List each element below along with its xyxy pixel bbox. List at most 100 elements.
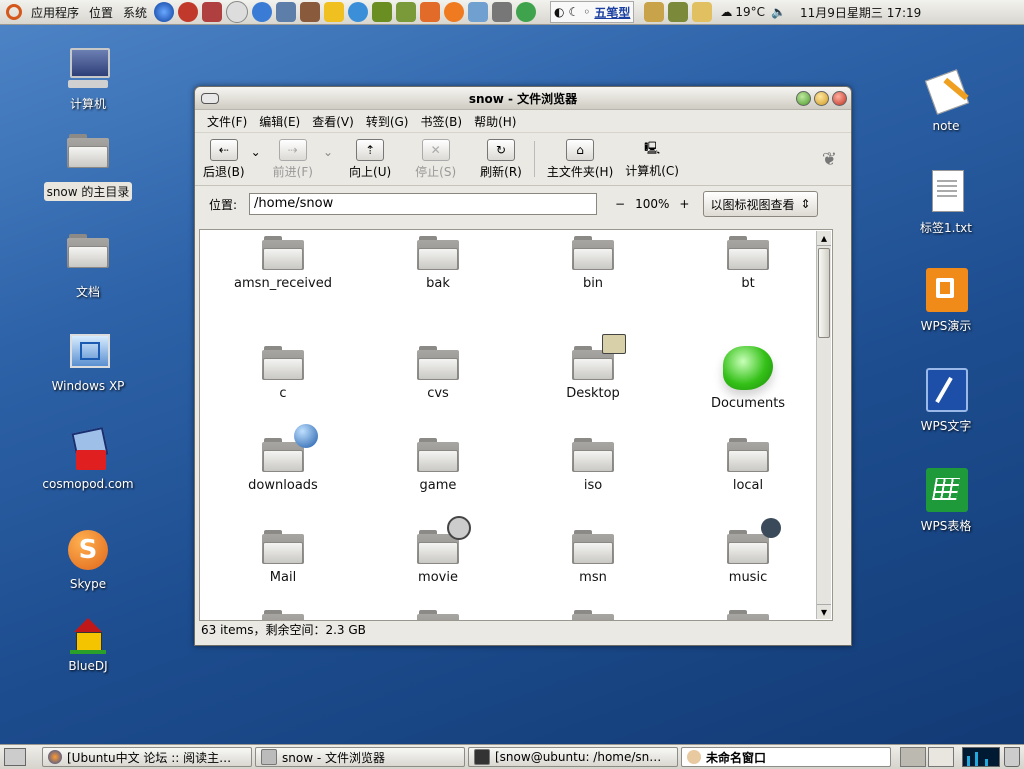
s-launcher-icon[interactable]: [420, 2, 441, 22]
close-button[interactable]: [832, 91, 847, 106]
places-menu[interactable]: 位置: [84, 4, 118, 21]
desktop-icon-windows-xp[interactable]: Windows XP: [38, 330, 138, 394]
file-item-partial[interactable]: [208, 610, 358, 620]
menu-go[interactable]: 转到(G): [360, 113, 415, 130]
desktop-icon-note[interactable]: note: [896, 69, 996, 134]
file-item[interactable]: amsn_received: [208, 236, 358, 291]
screen-launcher-icon[interactable]: [468, 2, 489, 22]
clock[interactable]: 11月9日星期三 17:19: [800, 4, 921, 21]
file-item-partial[interactable]: [363, 610, 513, 620]
input-method-tray[interactable]: ◐ ☾ ◦ 五笔型: [550, 1, 635, 23]
weather-icon[interactable]: ☁: [720, 5, 732, 19]
desktop-icon-skype[interactable]: S Skype: [38, 528, 138, 592]
weather-temp[interactable]: 19°C: [735, 5, 765, 19]
file-item[interactable]: bin: [518, 236, 668, 291]
file-item[interactable]: bak: [363, 236, 513, 291]
tools-launcher-icon[interactable]: [202, 2, 223, 22]
file-item[interactable]: msn: [518, 530, 668, 585]
up-button[interactable]: ⇡ 向上(U): [349, 138, 391, 180]
email-launcher-icon[interactable]: [178, 2, 199, 22]
qq-launcher-icon[interactable]: [348, 2, 369, 22]
file-item-partial[interactable]: [518, 610, 668, 620]
home-button[interactable]: ⌂ 主文件夹(H): [547, 138, 613, 180]
file-item[interactable]: bt: [673, 236, 823, 291]
package-launcher-icon[interactable]: [300, 2, 321, 22]
file-item[interactable]: music: [673, 518, 823, 585]
desktop-icon-home[interactable]: snow 的主目录: [38, 130, 138, 201]
penguin-launcher-icon[interactable]: [324, 2, 345, 22]
taskbar-item-terminal[interactable]: [snow@ubuntu: /home/sn…: [468, 747, 678, 767]
window-menu-button[interactable]: [201, 93, 219, 104]
menu-bookmarks[interactable]: 书签(B): [414, 113, 468, 130]
system-monitor-icon[interactable]: [962, 747, 1000, 767]
skype-launcher-icon[interactable]: [444, 2, 465, 22]
vertical-scrollbar[interactable]: ▴ ▾: [816, 231, 831, 619]
desktop-icon-wps-spreadsheet[interactable]: WPS表格: [896, 468, 996, 535]
workspace-1[interactable]: [900, 747, 926, 767]
chat-launcher-icon[interactable]: [252, 2, 273, 22]
back-button[interactable]: ⇠ 后退(B): [203, 138, 245, 180]
menu-help[interactable]: 帮助(H): [468, 113, 522, 130]
file-item[interactable]: game: [363, 438, 513, 493]
show-desktop-icon[interactable]: [4, 748, 26, 766]
scrollbar-thumb[interactable]: [818, 248, 830, 338]
menu-view[interactable]: 查看(V): [306, 113, 360, 130]
applications-menu[interactable]: 应用程序: [26, 4, 84, 21]
messenger-launcher-icon[interactable]: [516, 2, 537, 22]
scroll-down-arrow-icon[interactable]: ▾: [817, 604, 831, 619]
scroll-up-arrow-icon[interactable]: ▴: [817, 231, 831, 246]
volume-icon[interactable]: 🔈: [771, 5, 786, 19]
trash-icon[interactable]: [1004, 747, 1020, 767]
editor-launcher-icon[interactable]: [396, 2, 417, 22]
stop-button[interactable]: ✕ 停止(S): [415, 138, 456, 180]
calculator-launcher-icon[interactable]: [492, 2, 513, 22]
taskbar-item-browser[interactable]: [Ubuntu中文 论坛 :: 阅读主…: [42, 747, 252, 767]
taskbar-item-file-browser[interactable]: snow - 文件浏览器: [255, 747, 465, 767]
books-launcher-icon[interactable]: [372, 2, 393, 22]
taskbar-item-gimp[interactable]: 未命名窗口: [681, 747, 891, 767]
file-item-partial[interactable]: [673, 610, 823, 620]
workspace-2[interactable]: [928, 747, 954, 767]
file-item[interactable]: Mail: [208, 530, 358, 585]
desktop-icon-text-file[interactable]: 标签1.txt: [896, 170, 996, 237]
zoom-out-button[interactable]: −: [615, 197, 625, 211]
file-item[interactable]: local: [673, 438, 823, 493]
menu-edit[interactable]: 编辑(E): [253, 113, 306, 130]
workspace-switcher[interactable]: [900, 747, 954, 767]
window-titlebar[interactable]: snow - 文件浏览器: [195, 87, 851, 110]
maximize-button[interactable]: [814, 91, 829, 106]
desktop-icon-cosmopod[interactable]: cosmopod.com: [38, 426, 138, 492]
desktop-icon-wps-presentation[interactable]: WPS演示: [896, 268, 996, 335]
zoom-level[interactable]: 100%: [635, 197, 669, 211]
forward-history-chevron-icon[interactable]: ⌄: [323, 145, 333, 159]
desktop-icon-bluedj[interactable]: BlueDJ: [38, 618, 138, 674]
minimize-button[interactable]: [796, 91, 811, 106]
desktop-icon-wps-writer[interactable]: WPS文字: [896, 368, 996, 435]
view-mode-select[interactable]: 以图标视图查看 ⇕: [703, 191, 818, 217]
notes-icon[interactable]: [692, 2, 713, 22]
file-item[interactable]: movie: [363, 516, 513, 585]
file-item[interactable]: c: [208, 346, 358, 401]
back-history-chevron-icon[interactable]: ⌄: [251, 145, 261, 159]
update-icon[interactable]: [668, 2, 689, 22]
computer-button[interactable]: 🖳 计算机(C): [625, 140, 679, 179]
file-item[interactable]: cvs: [363, 346, 513, 401]
file-item[interactable]: downloads: [208, 424, 358, 493]
location-input[interactable]: /home/snow: [249, 193, 598, 215]
browser-launcher-icon[interactable]: [154, 2, 175, 22]
note-icon: [924, 69, 970, 115]
system-menu[interactable]: 系统: [118, 4, 152, 21]
battery-icon[interactable]: [644, 2, 665, 22]
menu-file[interactable]: 文件(F): [201, 113, 253, 130]
desktop-icon-documents[interactable]: 文档: [38, 230, 138, 301]
clock-launcher-icon[interactable]: [226, 1, 249, 23]
file-item[interactable]: Desktop: [518, 334, 668, 401]
forward-button[interactable]: ⇢ 前进(F): [273, 138, 313, 180]
ubuntu-logo-icon[interactable]: [6, 4, 22, 20]
desktop-icon-computer[interactable]: 计算机: [38, 46, 138, 113]
file-item[interactable]: iso: [518, 438, 668, 493]
file-item[interactable]: Documents: [673, 346, 823, 411]
network-launcher-icon[interactable]: [276, 2, 297, 22]
reload-button[interactable]: ↻ 刷新(R): [480, 138, 522, 180]
zoom-in-button[interactable]: +: [679, 197, 689, 211]
